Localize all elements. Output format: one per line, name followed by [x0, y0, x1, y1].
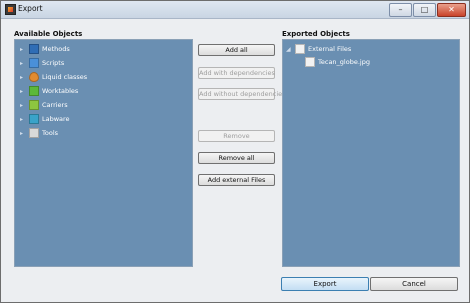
collapse-arrow-icon[interactable]: ◢ [286, 46, 291, 52]
scripts-icon [29, 58, 39, 68]
close-button[interactable]: ✕ [437, 3, 466, 17]
cancel-button[interactable]: Cancel [370, 277, 458, 291]
remove-button[interactable]: Remove [198, 130, 275, 142]
expand-arrow-icon[interactable]: ▸ [20, 46, 25, 52]
expand-arrow-icon[interactable]: ▸ [20, 74, 25, 80]
available-objects-label: Available Objects [14, 30, 83, 38]
tree-item-labware[interactable]: ▸ Labware [20, 113, 70, 125]
tree-item-label: Methods [42, 45, 70, 53]
tools-icon [29, 128, 39, 138]
add-without-dependencies-button[interactable]: Add without dependencies [198, 88, 286, 100]
minimize-button[interactable]: – [389, 3, 412, 17]
tree-item-label: Liquid classes [42, 73, 88, 81]
labware-icon [29, 114, 39, 124]
liquid-classes-icon [29, 72, 39, 82]
file-icon [305, 57, 315, 67]
tree-item-tecan-globe[interactable]: Tecan_globe.jpg [305, 56, 370, 68]
export-dialog: Export – □ ✕ Available Objects ▸ Methods… [0, 0, 470, 303]
tree-item-liquid-classes[interactable]: ▸ Liquid classes [20, 71, 87, 83]
tree-item-worktables[interactable]: ▸ Worktables [20, 85, 78, 97]
exported-objects-tree[interactable]: ◢ External Files Tecan_globe.jpg [282, 39, 460, 267]
add-with-dependencies-button[interactable]: Add with dependencies [198, 67, 275, 79]
window-controls: – □ ✕ [389, 3, 466, 17]
tree-item-methods[interactable]: ▸ Methods [20, 43, 70, 55]
exported-objects-label: Exported Objects [282, 30, 350, 38]
tree-item-scripts[interactable]: ▸ Scripts [20, 57, 64, 69]
title-bar: Export – □ ✕ [1, 1, 469, 19]
remove-all-button[interactable]: Remove all [198, 152, 275, 164]
add-all-button[interactable]: Add all [198, 44, 275, 56]
tree-item-label: External Files [308, 45, 352, 53]
tree-item-label: Worktables [42, 87, 79, 95]
expand-arrow-icon[interactable]: ▸ [20, 60, 25, 66]
tree-item-carriers[interactable]: ▸ Carriers [20, 99, 68, 111]
tree-item-label: Carriers [42, 101, 68, 109]
app-icon [5, 4, 16, 15]
tree-item-label: Tools [42, 129, 59, 137]
tree-item-label: Tecan_globe.jpg [318, 58, 370, 66]
tree-item-label: Labware [42, 115, 70, 123]
carriers-icon [29, 100, 39, 110]
expand-arrow-icon[interactable]: ▸ [20, 130, 25, 136]
expand-arrow-icon[interactable]: ▸ [20, 116, 25, 122]
available-objects-tree[interactable]: ▸ Methods ▸ Scripts ▸ Liquid classes ▸ W… [14, 39, 193, 267]
tree-item-tools[interactable]: ▸ Tools [20, 127, 58, 139]
tree-item-label: Scripts [42, 59, 65, 67]
window-title: Export [18, 4, 43, 13]
worktables-icon [29, 86, 39, 96]
methods-icon [29, 44, 39, 54]
external-files-icon [295, 44, 305, 54]
tree-item-external-files[interactable]: ◢ External Files [286, 43, 351, 55]
maximize-button[interactable]: □ [413, 3, 436, 17]
export-button[interactable]: Export [281, 277, 369, 291]
add-external-files-button[interactable]: Add external Files [198, 174, 275, 186]
expand-arrow-icon[interactable]: ▸ [20, 88, 25, 94]
expand-arrow-icon[interactable]: ▸ [20, 102, 25, 108]
